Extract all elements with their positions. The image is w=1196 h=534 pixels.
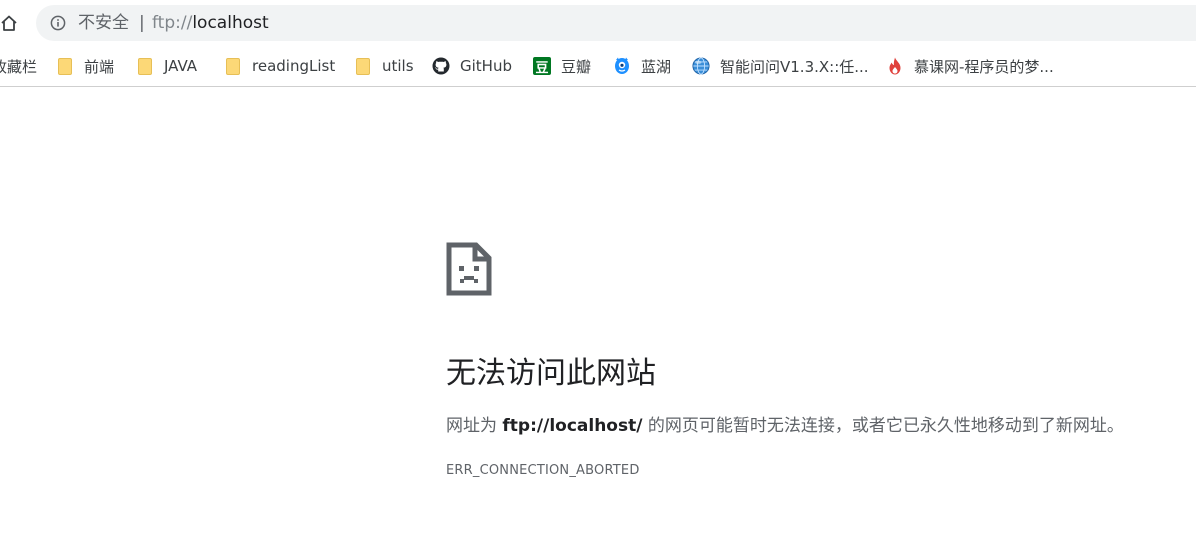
url-text[interactable]: ftp://localhost (152, 13, 269, 33)
bookmark-label: GitHub (460, 57, 512, 75)
bookmark-label: utils (382, 57, 414, 75)
bookmark-folder-java[interactable]: JAVA (136, 55, 197, 77)
bookmark-lanhu[interactable]: 蓝湖 (613, 55, 671, 77)
error-url: ftp://localhost/ (502, 416, 643, 436)
bookmark-favorites[interactable]: 收藏栏 (0, 55, 37, 77)
home-button[interactable] (0, 12, 20, 34)
folder-icon (224, 57, 242, 75)
address-bar[interactable]: 不安全 | ftp://localhost (36, 5, 1196, 41)
folder-icon (56, 57, 74, 75)
toolbar: 不安全 | ftp://localhost (0, 0, 1196, 46)
home-icon (1, 15, 17, 31)
douban-icon: 豆 (533, 57, 551, 76)
error-message-prefix: 网址为 (446, 416, 503, 436)
github-icon (432, 57, 450, 75)
bookmark-douban[interactable]: 豆 豆瓣 (533, 55, 591, 77)
error-title: 无法访问此网站 (446, 356, 656, 391)
bookmark-label: 蓝湖 (641, 57, 672, 76)
bookmark-label: 收藏栏 (0, 57, 38, 76)
url-scheme: ftp:// (152, 13, 193, 33)
info-icon[interactable] (50, 15, 66, 31)
bookmark-folder-readinglist[interactable]: readingList (224, 55, 335, 77)
bookmark-label: 智能问问V1.3.X::任... (720, 57, 869, 76)
bookmark-label: 慕课网-程序员的梦... (914, 57, 1054, 76)
bookmark-label: JAVA (164, 57, 198, 75)
globe-icon (692, 57, 710, 75)
url-host: localhost (192, 13, 269, 33)
address-separator: | (139, 13, 145, 33)
security-status-label[interactable]: 不安全 (78, 13, 129, 33)
bookmark-label: readingList (252, 57, 336, 75)
lanhu-icon (613, 57, 631, 75)
folder-icon (136, 57, 154, 75)
error-message-suffix: 的网页可能暂时无法连接，或者它已永久性地移动到了新网址。 (642, 416, 1124, 436)
flame-icon (886, 57, 904, 75)
error-message: 网址为 ftp://localhost/ 的网页可能暂时无法连接，或者它已永久性… (446, 414, 1124, 438)
bookmark-label: 前端 (84, 57, 115, 76)
bookmark-github[interactable]: GitHub (432, 55, 512, 77)
bookmark-zhinengwenwen[interactable]: 智能问问V1.3.X::任... (692, 55, 869, 77)
bookmark-folder-frontend[interactable]: 前端 (56, 55, 114, 77)
bookmark-label: 豆瓣 (561, 57, 592, 76)
bookmarks-bar: 收藏栏 前端 JAVA readingList utils GitHub 豆 豆… (0, 46, 1196, 87)
error-code: ERR_CONNECTION_ABORTED (446, 463, 640, 478)
bookmark-imooc[interactable]: 慕课网-程序员的梦... (886, 55, 1054, 77)
folder-icon (354, 57, 372, 75)
sad-page-icon (446, 242, 492, 296)
bookmark-folder-utils[interactable]: utils (354, 55, 414, 77)
